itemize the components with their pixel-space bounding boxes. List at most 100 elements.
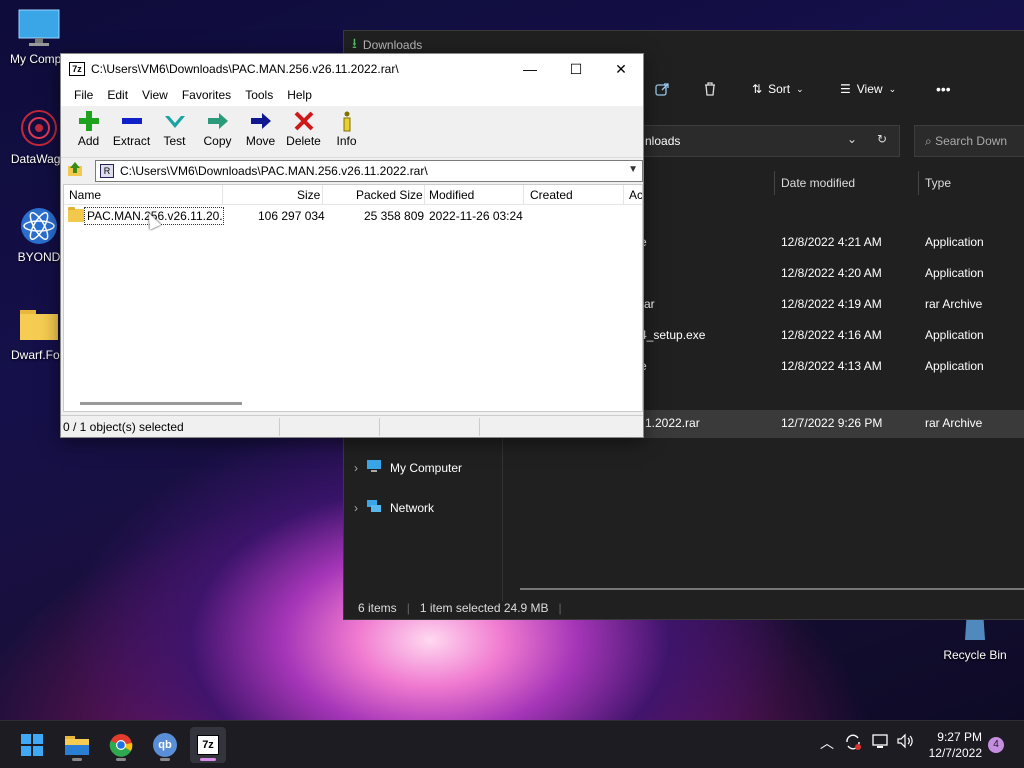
minimize-button[interactable]: —	[507, 54, 553, 84]
menu-bar: File Edit View Favorites Tools Help	[61, 84, 643, 106]
windows-logo-icon	[21, 734, 43, 756]
system-clock[interactable]: 9:27 PM 12/7/2022	[922, 729, 982, 761]
tool-label: Extract	[112, 134, 151, 148]
chevron-down-icon: ⌄	[796, 83, 804, 94]
pane-divider[interactable]	[502, 431, 503, 601]
taskbar-file-explorer[interactable]	[59, 727, 95, 763]
file-name: 1.2022.rar	[645, 416, 700, 430]
running-indicator	[72, 758, 82, 761]
sort-button[interactable]: ⇅ Sort ⌄	[752, 82, 804, 96]
horizontal-scrollbar[interactable]	[80, 402, 242, 405]
nav-label: Network	[390, 500, 435, 515]
explorer-search-input[interactable]: ⌕ Search Down	[914, 125, 1024, 157]
column-separator[interactable]	[623, 185, 624, 205]
explorer-status-bar: 6 items | 1 item selected 24.9 MB |	[358, 601, 562, 615]
share-icon[interactable]	[654, 81, 670, 97]
column-created[interactable]: Created	[530, 188, 573, 202]
folder-icon	[65, 736, 89, 755]
more-options-button[interactable]: •••	[936, 81, 951, 97]
extract-button[interactable]: Extract	[110, 110, 153, 148]
qbittorrent-icon: qb	[153, 733, 177, 757]
chevron-right-icon[interactable]: ›	[354, 501, 358, 515]
x-icon	[282, 110, 325, 134]
menu-tools[interactable]: Tools	[238, 88, 280, 102]
show-hidden-icons-button[interactable]: ︿	[820, 733, 834, 753]
info-button[interactable]: Info	[325, 110, 368, 148]
clock-time: 9:27 PM	[937, 730, 982, 744]
close-button[interactable]: ✕	[598, 54, 644, 84]
menu-favorites[interactable]: Favorites	[175, 88, 238, 102]
view-icon: ☰	[840, 82, 851, 96]
column-separator[interactable]	[322, 185, 323, 205]
column-packed-size[interactable]: Packed Size	[356, 188, 423, 202]
menu-file[interactable]: File	[67, 88, 100, 102]
7zip-logo-icon: 7z	[69, 62, 85, 76]
column-separator	[918, 171, 919, 195]
copy-arrow-icon	[196, 110, 239, 134]
delete-button[interactable]: Delete	[282, 110, 325, 148]
sync-status-icon[interactable]	[844, 733, 862, 751]
selection-status: 0 / 1 object(s) selected	[63, 420, 184, 434]
info-icon	[325, 110, 368, 134]
volume-icon[interactable]	[896, 733, 914, 749]
path-input[interactable]: R C:\Users\VM6\Downloads\PAC.MAN.256.v26…	[95, 160, 643, 182]
sort-label: Sort	[768, 82, 791, 96]
7zip-window[interactable]: 7z C:\Users\VM6\Downloads\PAC.MAN.256.v2…	[60, 53, 644, 438]
horizontal-scrollbar[interactable]	[520, 588, 1024, 590]
item-size: 106 297 034	[258, 209, 325, 223]
up-folder-icon[interactable]	[65, 161, 85, 181]
chevron-down-icon[interactable]: ▼	[628, 164, 638, 175]
folder-icon	[68, 207, 84, 222]
copy-button[interactable]: Copy	[196, 110, 239, 148]
column-size[interactable]: Size	[297, 188, 320, 202]
test-button[interactable]: Test	[153, 110, 196, 148]
menu-help[interactable]: Help	[280, 88, 319, 102]
column-separator[interactable]	[424, 185, 425, 205]
monitor-icon	[17, 8, 61, 48]
add-button[interactable]: Add	[67, 110, 110, 148]
tool-label: Test	[163, 134, 186, 148]
move-button[interactable]: Move	[239, 110, 282, 148]
view-button[interactable]: ☰ View ⌄	[840, 82, 896, 96]
column-type[interactable]: Type	[925, 176, 951, 190]
menu-edit[interactable]: Edit	[100, 88, 135, 102]
file-type: rar Archive	[925, 297, 983, 311]
file-date: 12/8/2022 4:13 AM	[781, 359, 882, 373]
column-accessed[interactable]: Ac	[629, 188, 642, 202]
refresh-icon[interactable]: ↻	[877, 132, 887, 146]
file-date: 12/8/2022 4:21 AM	[781, 235, 882, 249]
menu-view[interactable]: View	[135, 88, 175, 102]
notification-badge[interactable]: 4	[988, 737, 1004, 753]
taskbar-qbittorrent[interactable]: qb	[147, 727, 183, 763]
selection-info: 1 item selected 24.9 MB	[419, 601, 549, 615]
item-packed-size: 25 358 809	[364, 209, 425, 223]
delete-icon[interactable]	[702, 81, 718, 97]
column-separator[interactable]	[222, 185, 223, 205]
7zip-address-bar: R C:\Users\VM6\Downloads\PAC.MAN.256.v26…	[61, 158, 643, 184]
7zip-status-bar: 0 / 1 object(s) selected	[61, 415, 643, 437]
chevron-down-icon[interactable]: ⌄	[847, 132, 857, 146]
chevron-up-icon: ︿	[820, 735, 834, 751]
maximize-button[interactable]: ☐	[553, 54, 599, 84]
column-name[interactable]: Name	[69, 188, 101, 202]
7zip-titlebar[interactable]: 7z C:\Users\VM6\Downloads\PAC.MAN.256.v2…	[61, 54, 643, 84]
file-date: 12/8/2022 4:20 AM	[781, 266, 882, 280]
column-separator[interactable]	[523, 185, 524, 205]
check-icon	[153, 110, 196, 134]
column-modified[interactable]: Modified	[429, 188, 474, 202]
search-icon: ⌕	[925, 134, 936, 148]
chevron-down-icon: ⌄	[888, 83, 897, 94]
status-divider	[379, 418, 380, 436]
tool-label: Add	[77, 134, 100, 148]
nav-item-my-computer[interactable]: › My Computer	[354, 459, 462, 476]
taskbar-7zip[interactable]: 7z	[190, 727, 226, 763]
status-divider: |	[406, 601, 410, 615]
taskbar-chrome[interactable]	[103, 727, 139, 763]
chevron-right-icon[interactable]: ›	[354, 461, 358, 475]
nav-item-network[interactable]: › Network	[354, 499, 434, 516]
column-date-modified[interactable]: Date modified	[781, 176, 855, 190]
sort-icon: ⇅	[752, 82, 763, 96]
network-status-icon[interactable]	[872, 733, 890, 749]
start-button[interactable]	[14, 727, 50, 763]
file-date: 12/8/2022 4:16 AM	[781, 328, 882, 342]
